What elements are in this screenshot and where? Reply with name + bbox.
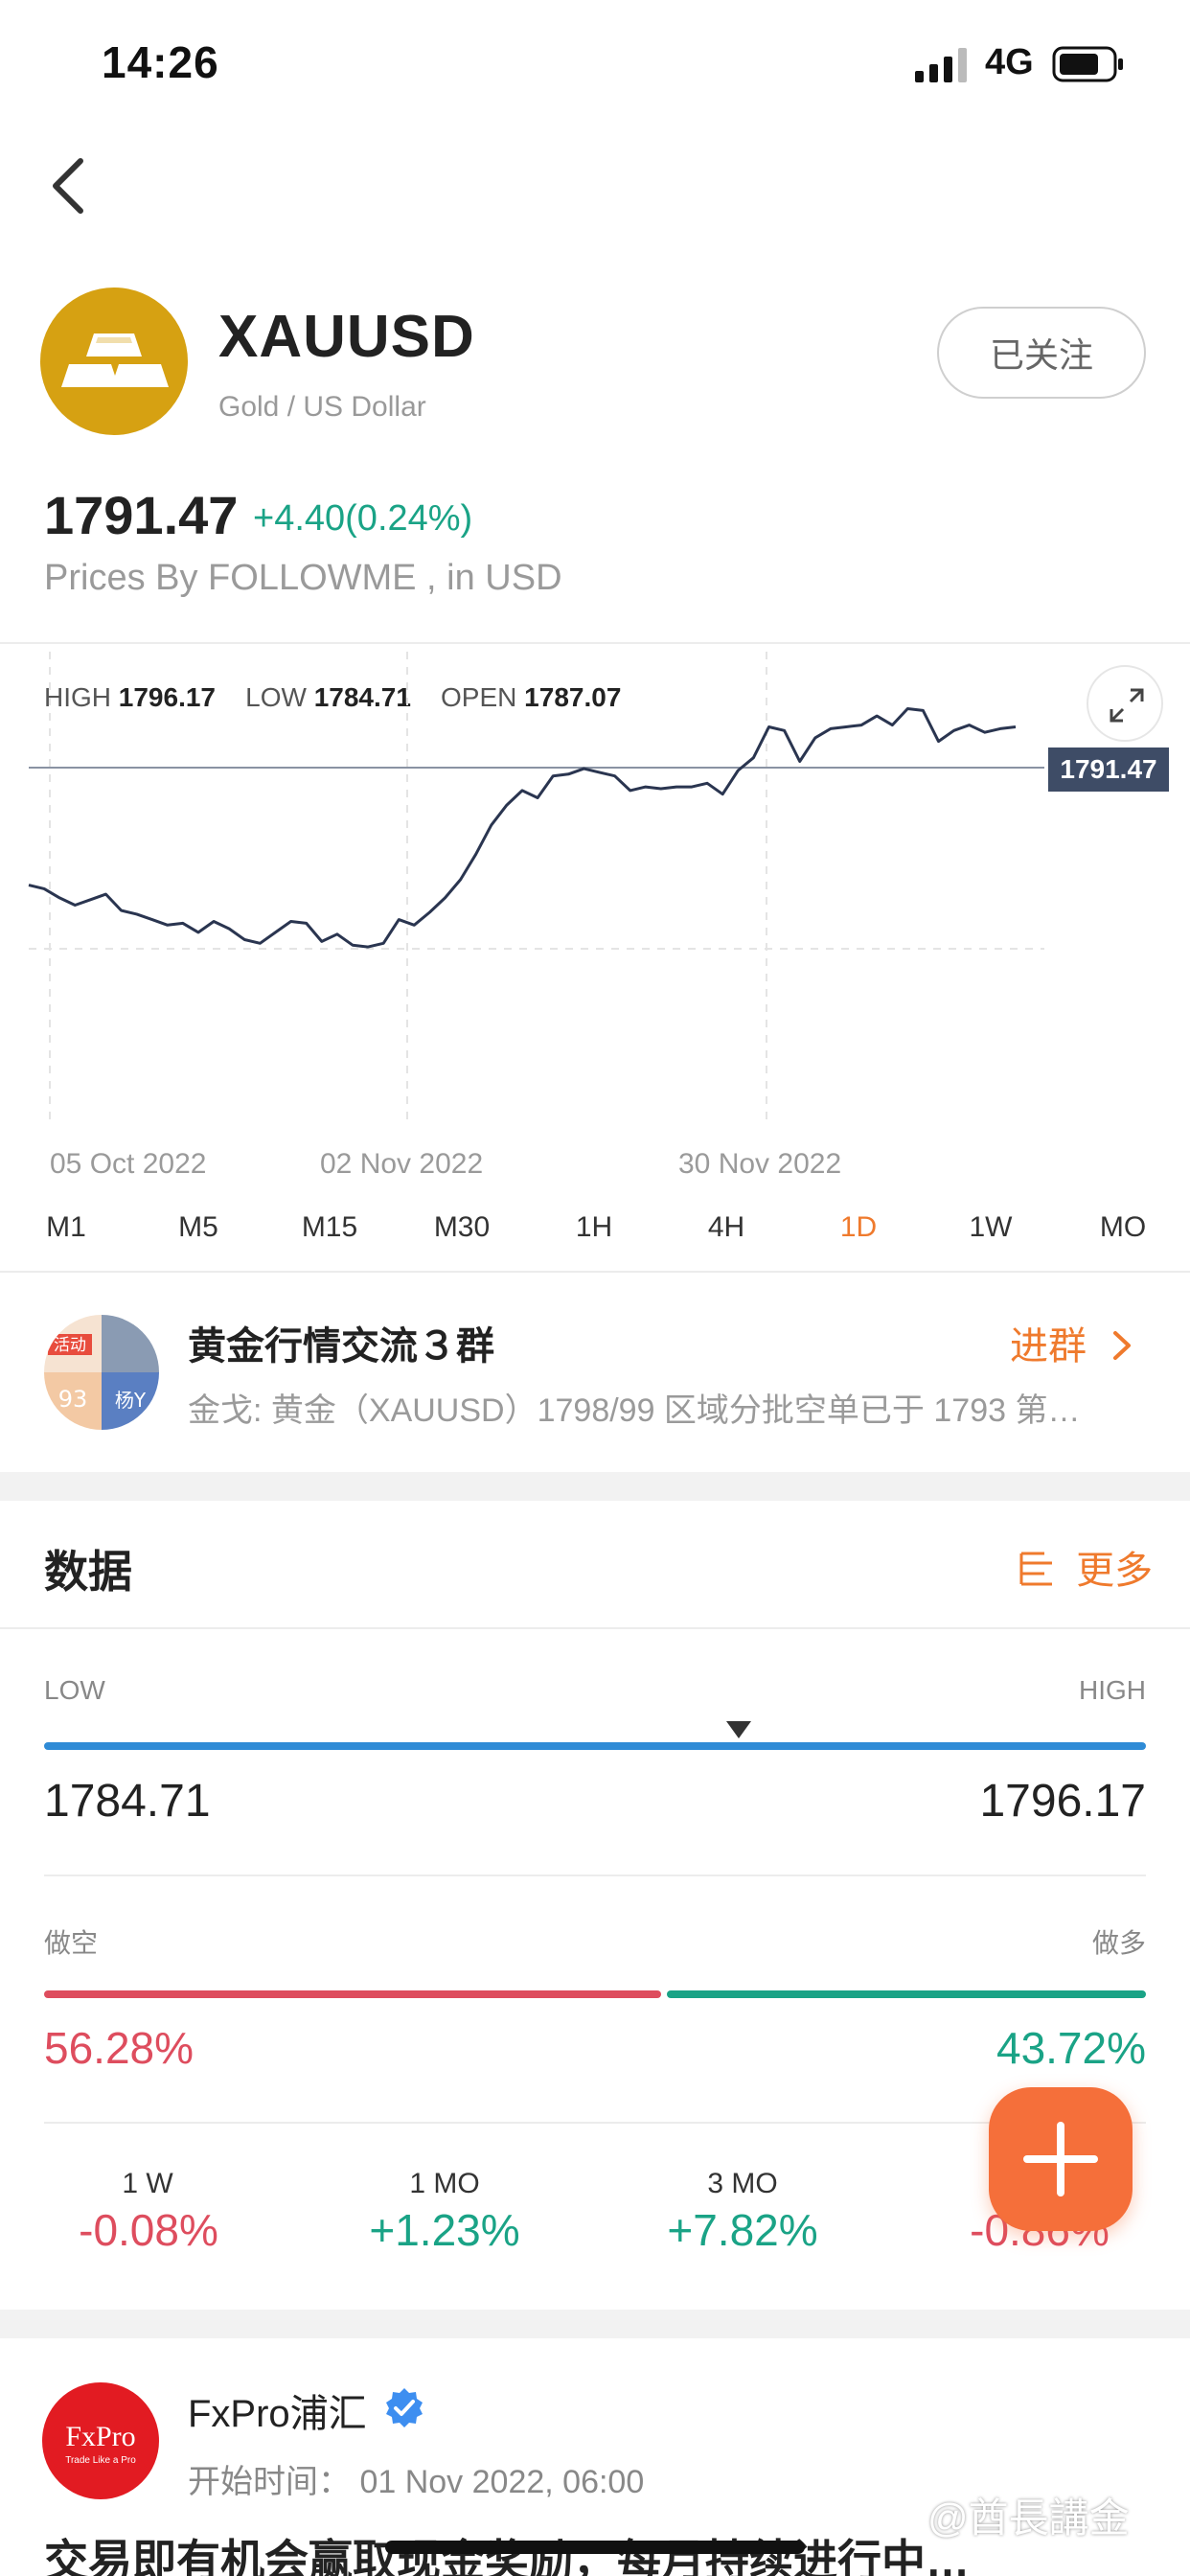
divider <box>0 1627 1190 1629</box>
timeframe-tab[interactable]: M5 <box>150 1211 246 1244</box>
price-chart[interactable] <box>0 642 1190 1179</box>
long-bar <box>667 1990 1146 1998</box>
avatar-text: 93 <box>58 1386 88 1413</box>
start-time-label: 开始时间： <box>188 2464 351 2500</box>
start-time-value: 01 Nov 2022, 06:00 <box>359 2464 645 2500</box>
timeframe-tab[interactable]: M1 <box>18 1211 114 1244</box>
avatar-text: 杨Y <box>115 1389 147 1412</box>
perf-period-1w: 1 W <box>122 2168 173 2199</box>
battery-icon <box>1052 46 1123 82</box>
price-change: +4.40(0.24%) <box>253 498 473 539</box>
group-avatar[interactable]: 活动 93 杨Y <box>44 1315 159 1430</box>
timeframe-tab-active[interactable]: 1D <box>811 1211 906 1244</box>
divider <box>44 1874 1146 1876</box>
timeframe-tab[interactable]: 1W <box>943 1211 1039 1244</box>
price-source: Prices By FOLLOWME , in USD <box>44 558 562 598</box>
more-list-icon <box>1019 1552 1052 1586</box>
logo-tagline: Trade Like a Pro <box>65 2455 136 2466</box>
more-label: 更多 <box>1076 1550 1154 1592</box>
avatar-text: 活动 <box>54 1336 86 1355</box>
range-low-label: LOW <box>44 1675 105 1705</box>
fxpro-logo[interactable]: FxPro Trade Like a Pro <box>42 2382 159 2499</box>
short-label: 做空 <box>44 1928 99 1958</box>
watermark: @酋長講金 <box>927 2496 1130 2541</box>
range-bar <box>44 1742 1146 1750</box>
join-label: 进群 <box>1010 1325 1087 1368</box>
perf-value-1mo: +1.23% <box>369 2205 520 2255</box>
gold-bars-icon <box>40 288 188 435</box>
timeframe-tab[interactable]: MO <box>1075 1211 1171 1244</box>
plus-icon <box>1023 2122 1098 2196</box>
more-button[interactable]: 更多 <box>1018 1539 1153 1595</box>
add-button[interactable] <box>989 2087 1133 2231</box>
symbol-subtitle: Gold / US Dollar <box>218 391 426 423</box>
timeframe-tab[interactable]: M15 <box>282 1211 378 1244</box>
network-type: 4G <box>985 42 1034 82</box>
range-high-label: HIGH <box>1079 1675 1146 1705</box>
signal-icon <box>915 48 967 82</box>
range-low-value: 1784.71 <box>44 1776 211 1827</box>
short-percent: 56.28% <box>44 2023 195 2073</box>
chart-grid <box>29 652 1044 1121</box>
divider <box>0 1271 1190 1273</box>
perf-period-1mo: 1 MO <box>409 2168 480 2199</box>
range-position-marker <box>725 1721 751 1738</box>
divider <box>44 2122 1146 2124</box>
logo-text: FxPro <box>65 2421 135 2452</box>
home-indicator <box>385 2541 805 2554</box>
follow-button[interactable]: 已关注 <box>937 307 1146 399</box>
current-price: 1791.47 <box>44 485 239 545</box>
current-price-tag: 1791.47 <box>1048 748 1169 792</box>
group-title[interactable]: 黄金行情交流３群 <box>188 1315 494 1370</box>
x-tick-label: 05 Oct 2022 <box>50 1148 207 1180</box>
verified-badge-icon <box>386 2388 423 2427</box>
long-percent: 43.72% <box>995 2023 1146 2073</box>
news-source[interactable]: FxPro浦汇 <box>188 2382 367 2438</box>
group-latest-message[interactable]: 金戈: 黄金（XAUUSD）1798/99 区域分批空单已于 1793 第… <box>188 1384 1141 1431</box>
back-arrow-icon[interactable] <box>48 155 86 217</box>
perf-value-3mo: +7.82% <box>667 2205 818 2255</box>
news-start-time: 开始时间： 01 Nov 2022, 06:00 <box>188 2455 644 2502</box>
section-gap <box>0 1472 1190 1501</box>
x-tick-label: 30 Nov 2022 <box>678 1148 842 1180</box>
series-line <box>28 707 1017 949</box>
long-label: 做多 <box>1091 1928 1146 1958</box>
status-time: 14:26 <box>102 37 219 87</box>
data-section-title: 数据 <box>44 1547 132 1597</box>
perf-period-3mo: 3 MO <box>707 2168 778 2199</box>
join-group-button[interactable]: 进群 <box>1010 1315 1133 1370</box>
range-high-value: 1796.17 <box>979 1776 1146 1827</box>
timeframe-tab[interactable]: 4H <box>678 1211 774 1244</box>
section-gap <box>0 2310 1190 2338</box>
symbol-title: XAUUSD <box>218 304 475 370</box>
short-bar <box>44 1990 661 1998</box>
x-tick-label: 02 Nov 2022 <box>320 1148 484 1180</box>
timeframe-tab[interactable]: M30 <box>414 1211 510 1244</box>
perf-value-1w: -0.08% <box>79 2205 218 2255</box>
timeframe-tab[interactable]: 1H <box>546 1211 642 1244</box>
chevron-right-icon <box>1113 1331 1132 1360</box>
